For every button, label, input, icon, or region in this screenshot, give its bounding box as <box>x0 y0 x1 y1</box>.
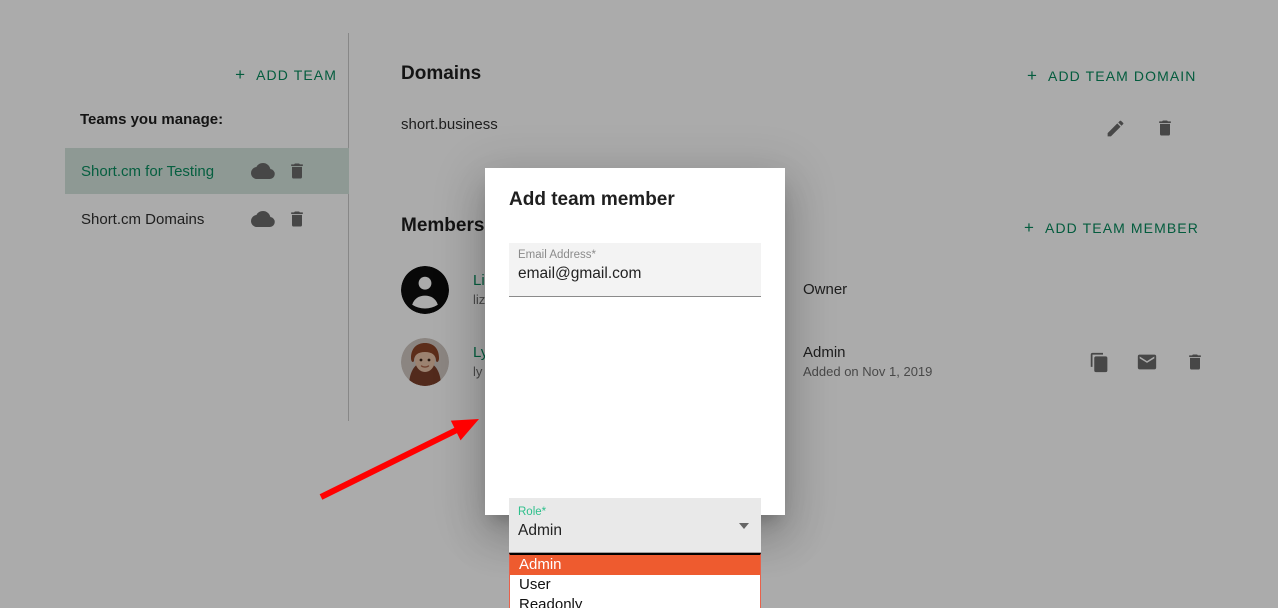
role-selected-value: Admin <box>518 522 562 539</box>
dialog-title: Add team member <box>509 189 675 210</box>
chevron-down-icon <box>739 523 749 529</box>
email-input[interactable] <box>518 265 753 283</box>
role-select[interactable]: Role* Admin <box>509 498 761 552</box>
email-field-label: Email Address* <box>518 249 596 261</box>
role-options-listbox[interactable]: Admin User Readonly <box>509 553 761 608</box>
add-team-member-dialog: Add team member Email Address* Role* Adm… <box>485 168 785 608</box>
role-option-user[interactable]: User <box>510 575 760 595</box>
role-option-readonly[interactable]: Readonly <box>510 595 760 608</box>
app-root: + ADD TEAM Teams you manage: Short.cm fo… <box>0 0 1278 608</box>
email-field-wrapper: Email Address* <box>509 243 761 297</box>
role-field-label: Role* <box>518 506 547 518</box>
role-option-admin[interactable]: Admin <box>510 555 760 575</box>
